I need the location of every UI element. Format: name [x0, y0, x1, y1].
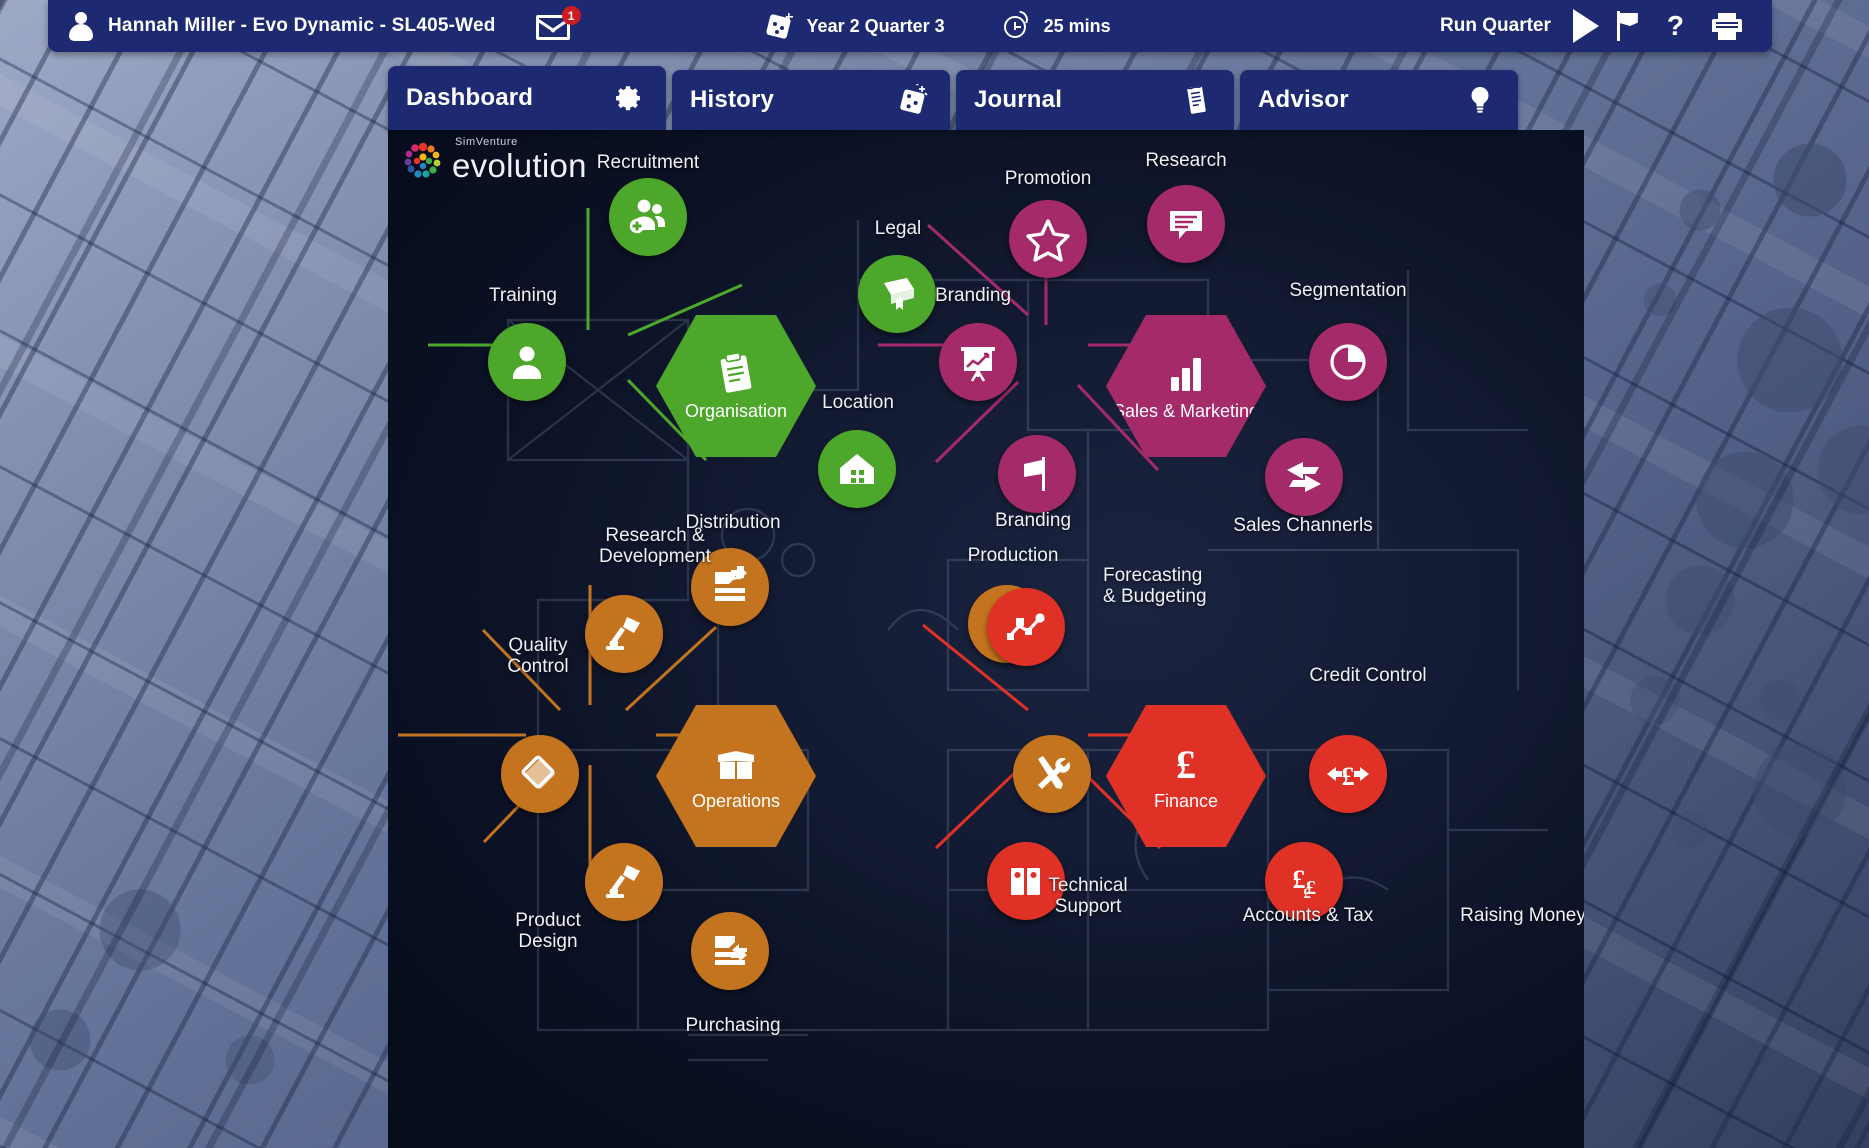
- question-mark-icon[interactable]: ?: [1667, 12, 1684, 40]
- stopwatch-icon: [1001, 10, 1031, 41]
- node-label-accounts-tax: Accounts & Tax: [1242, 905, 1374, 926]
- notepad-icon: [1180, 84, 1212, 116]
- open-box-icon: [718, 750, 754, 779]
- dice-icon: [896, 82, 928, 116]
- pound-stack-icon: £ £ £: [1293, 865, 1317, 902]
- mail-unread-badge: 1: [561, 6, 581, 25]
- time-status: 25 mins: [1001, 10, 1111, 41]
- status-group: Year 2 Quarter 3 25 mins: [764, 10, 1111, 41]
- desk-lamp-icon: [606, 865, 640, 898]
- node-location[interactable]: [818, 430, 896, 508]
- node-research[interactable]: [1147, 185, 1225, 263]
- dashboard-panel: SimVenture evolution Recruitment Legal T…: [388, 130, 1584, 1148]
- node-purchasing[interactable]: [691, 912, 769, 990]
- node-label-forecasting-budgeting: Forecasting & Budgeting: [1103, 565, 1207, 608]
- svg-text:£: £: [1303, 886, 1311, 902]
- svg-text:£: £: [1342, 762, 1355, 791]
- quarter-label: Year 2 Quarter 3: [806, 15, 945, 36]
- node-credit-control[interactable]: £: [1309, 735, 1387, 813]
- run-quarter-button[interactable]: Run Quarter: [1440, 9, 1617, 43]
- node-branding-presentation[interactable]: [939, 323, 1017, 401]
- node-label-quality-control: Quality Control: [507, 635, 569, 678]
- speech-bubble-icon: [1170, 211, 1202, 239]
- node-label-location: Location: [822, 392, 894, 413]
- add-people-icon: [629, 199, 665, 234]
- logo-brand: SimVenture: [455, 136, 518, 148]
- star-icon: [1026, 219, 1070, 262]
- quarter-status: Year 2 Quarter 3: [764, 11, 945, 41]
- building-icon: [840, 454, 874, 484]
- node-label-legal: Legal: [874, 218, 922, 239]
- node-quality-control[interactable]: [501, 735, 579, 813]
- printer-icon[interactable]: [1712, 12, 1742, 40]
- svg-text:£: £: [1176, 742, 1196, 787]
- line-graph-icon: [1007, 613, 1045, 640]
- lightbulb-icon: [1464, 84, 1496, 116]
- mail-button[interactable]: 1: [534, 6, 581, 42]
- node-label-production: Production: [967, 545, 1059, 566]
- flag-icon: [1024, 457, 1045, 491]
- node-label-product-design: Product Design: [515, 910, 581, 953]
- node-technical-support[interactable]: [1013, 735, 1091, 813]
- hub-sales-and-marketing-label: Sales & Marketing: [1112, 400, 1260, 421]
- tab-dashboard-label: Dashboard: [406, 84, 534, 111]
- bar-chart-icon: [1171, 357, 1201, 391]
- gear-icon: [612, 82, 644, 114]
- node-label-sales-channels: Sales Channerls: [1233, 515, 1373, 536]
- node-label-raising-money: Raising Money: [1460, 905, 1584, 926]
- colour-dot-wheel-logo: [404, 142, 441, 178]
- node-training[interactable]: [488, 323, 566, 401]
- flag-icon[interactable]: [1616, 11, 1639, 41]
- inbound-document-icon: [715, 936, 747, 965]
- node-sales-channels[interactable]: [1265, 438, 1343, 516]
- node-label-segmentation: Segmentation: [1289, 280, 1407, 301]
- top-bar: Hannah Miller - Evo Dynamic - SL405-Wed …: [48, 0, 1772, 52]
- tab-history-label: History: [690, 86, 775, 113]
- person-icon: [513, 346, 541, 379]
- hub-finance-label: Finance: [1153, 790, 1219, 811]
- play-triangle-icon[interactable]: [1572, 9, 1599, 43]
- dice-icon: [764, 11, 794, 41]
- tab-bar: Dashboard History Journal Advisor: [388, 66, 1518, 130]
- pie-chart-icon: [1330, 344, 1366, 380]
- presentation-chart-icon: [961, 347, 995, 382]
- pound-arrows-icon: £: [1327, 762, 1369, 791]
- hub-organisation-label: Organisation: [684, 400, 788, 421]
- user-profile[interactable]: Hannah Miller - Evo Dynamic - SL405-Wed: [48, 11, 496, 41]
- tab-dashboard[interactable]: Dashboard: [388, 66, 666, 130]
- node-label-credit-control: Credit Control: [1309, 665, 1427, 686]
- node-label-technical-support: Technical Support: [1048, 875, 1128, 918]
- node-label-branding-top: Branding: [934, 285, 1012, 306]
- node-label-research-development: Research & Development: [599, 525, 711, 568]
- user-label: Hannah Miller - Evo Dynamic - SL405-Wed: [108, 15, 496, 36]
- tab-history[interactable]: History: [672, 70, 950, 130]
- node-label-research: Research: [1145, 150, 1227, 171]
- clipboard-icon: [720, 351, 752, 393]
- node-segmentation[interactable]: [1309, 323, 1387, 401]
- tab-advisor-label: Advisor: [1258, 86, 1349, 113]
- node-label-branding-bottom: Branding: [994, 510, 1072, 531]
- node-promotion[interactable]: [1009, 200, 1087, 278]
- node-label-purchasing: Purchasing: [685, 1015, 781, 1036]
- time-label: 25 mins: [1043, 15, 1111, 36]
- node-label-recruitment: Recruitment: [596, 152, 700, 173]
- node-forecasting-budgeting[interactable]: [987, 588, 1065, 666]
- topbar-actions: ?: [1616, 11, 1772, 41]
- tools-icon: [1038, 756, 1071, 789]
- exchange-arrows-icon: [1287, 462, 1321, 492]
- tab-journal-label: Journal: [974, 86, 1063, 113]
- node-branding-flag[interactable]: [998, 435, 1076, 513]
- tab-journal[interactable]: Journal: [956, 70, 1234, 130]
- node-label-training: Training: [489, 285, 557, 306]
- pound-sign-icon: £: [1176, 742, 1196, 787]
- tab-advisor[interactable]: Advisor: [1240, 70, 1518, 130]
- run-quarter-label: Run Quarter: [1440, 15, 1551, 36]
- hub-operations-label: Operations: [691, 790, 781, 811]
- node-recruitment[interactable]: [609, 178, 687, 256]
- user-avatar-icon: [68, 11, 94, 41]
- diamond-icon: [521, 755, 555, 789]
- outbound-document-icon: [715, 566, 747, 601]
